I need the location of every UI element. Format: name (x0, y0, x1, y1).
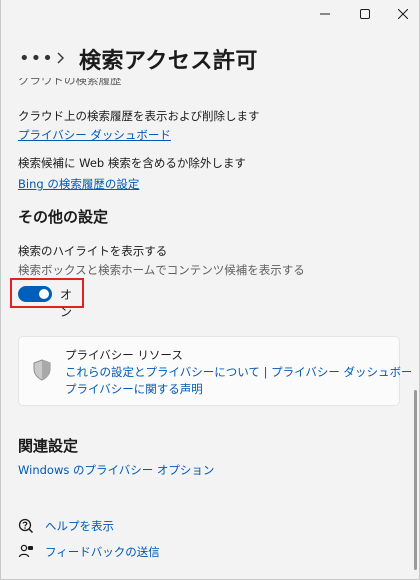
more-button[interactable]: ••• (19, 50, 54, 68)
privacy-resources-card: プライバシー リソース これらの設定とプライバシーについて | プライバシー ダ… (18, 336, 411, 406)
feedback-link[interactable]: フィードバックの送信 (45, 544, 160, 560)
maximize-icon (360, 9, 370, 19)
windows-privacy-options-link[interactable]: Windows のプライバシー オプション (18, 462, 214, 478)
toggle-state-label: オン (60, 288, 73, 319)
search-highlights-toggle[interactable] (18, 286, 52, 302)
search-highlights-description: 検索ボックスと検索ホームでコンテンツ候補を表示する (18, 263, 305, 277)
minimize-button[interactable] (303, 0, 347, 28)
cloud-history-heading: クラウドの検索履歴 (18, 78, 122, 87)
privacy-resources-title: プライバシー リソース (65, 348, 183, 362)
cloud-history-description: クラウド上の検索履歴を表示および削除します (18, 109, 260, 123)
help-icon (18, 518, 34, 534)
search-highlights-title: 検索のハイライトを表示する (18, 244, 168, 258)
feedback-icon (18, 544, 33, 558)
help-link[interactable]: ヘルプを表示 (45, 518, 114, 534)
privacy-dashboard-link[interactable]: プライバシー ダッシュボード (18, 127, 171, 143)
toggle-highlight-box: オン (10, 278, 84, 319)
privacy-statement-link[interactable]: プライバシーに関する声明 (65, 381, 203, 397)
page-header: ••• 検索アクセス許可 (1, 40, 419, 80)
minimize-icon (320, 13, 330, 15)
privacy-resources-links[interactable]: これらの設定とプライバシーについて | プライバシー ダッシュボード | (65, 364, 411, 380)
settings-content: クラウドの検索履歴 クラウド上の検索履歴を表示および削除します プライバシー ダ… (1, 78, 411, 579)
close-button[interactable] (381, 0, 419, 28)
related-settings-heading: 関連設定 (18, 437, 79, 455)
scrollbar-thumb[interactable] (414, 390, 417, 570)
web-search-description: 検索候補に Web 検索を含めるか除外します (18, 156, 246, 170)
other-settings-heading: その他の設定 (18, 208, 109, 226)
close-icon (398, 9, 408, 19)
chevron-right-icon (57, 52, 64, 64)
settings-window: ••• 検索アクセス許可 クラウドの検索履歴 クラウド上の検索履歴を表示および削… (0, 0, 420, 580)
page-title: 検索アクセス許可 (79, 49, 258, 74)
toggle-knob (39, 289, 49, 299)
shield-icon (33, 359, 51, 381)
title-bar (1, 0, 419, 30)
bing-history-link[interactable]: Bing の検索履歴の設定 (18, 176, 139, 192)
